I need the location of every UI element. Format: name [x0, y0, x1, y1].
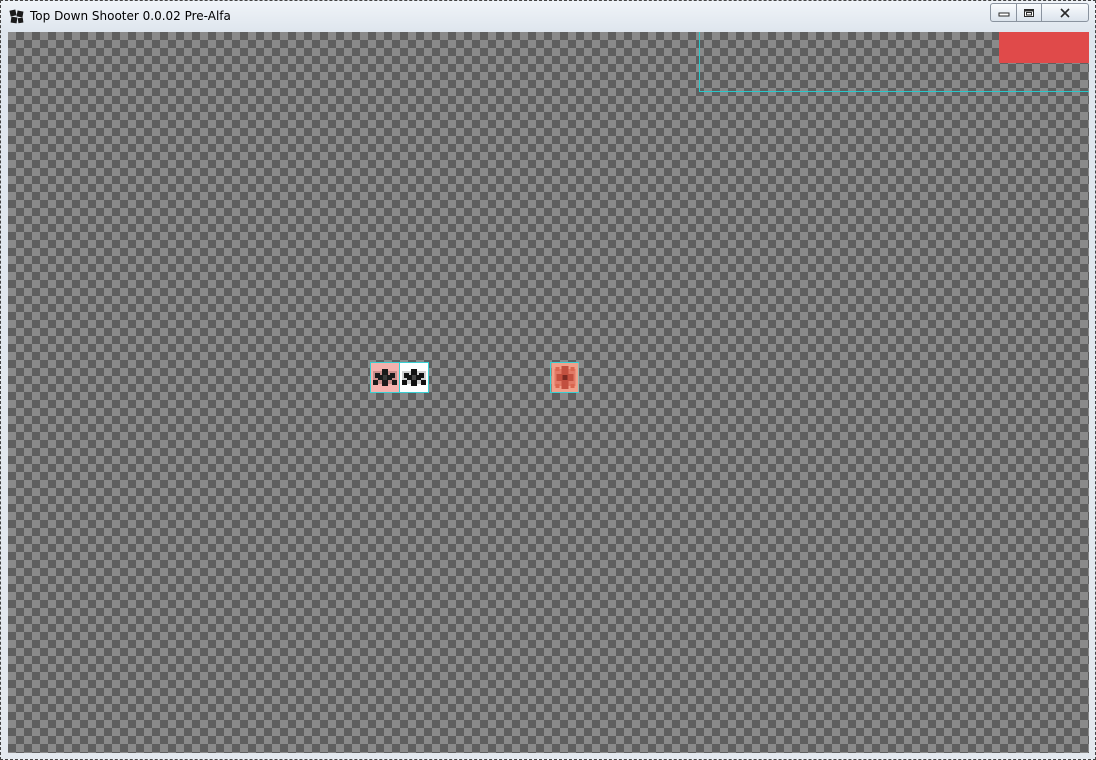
enemy-sprite	[550, 362, 579, 393]
close-button[interactable]	[1041, 3, 1089, 22]
player-icon	[371, 363, 399, 392]
player-sprite	[370, 362, 400, 393]
maximize-button[interactable]	[1016, 3, 1042, 22]
health-bar	[999, 32, 1089, 63]
caption-buttons	[990, 3, 1089, 22]
minimize-button[interactable]	[990, 3, 1017, 22]
app-window: Top Down Shooter 0.0.02 Pre-Alfa	[0, 0, 1096, 760]
companion-icon	[400, 363, 428, 392]
window-title: Top Down Shooter 0.0.02 Pre-Alfa	[30, 9, 231, 23]
companion-sprite	[399, 362, 429, 393]
title-bar[interactable]: Top Down Shooter 0.0.02 Pre-Alfa	[1, 1, 1095, 31]
close-icon	[1060, 7, 1070, 18]
app-icon[interactable]	[9, 9, 25, 25]
game-viewport[interactable]	[8, 32, 1089, 753]
maximize-icon	[1024, 8, 1034, 17]
minimize-icon	[998, 12, 1009, 16]
enemy-icon	[551, 363, 579, 392]
